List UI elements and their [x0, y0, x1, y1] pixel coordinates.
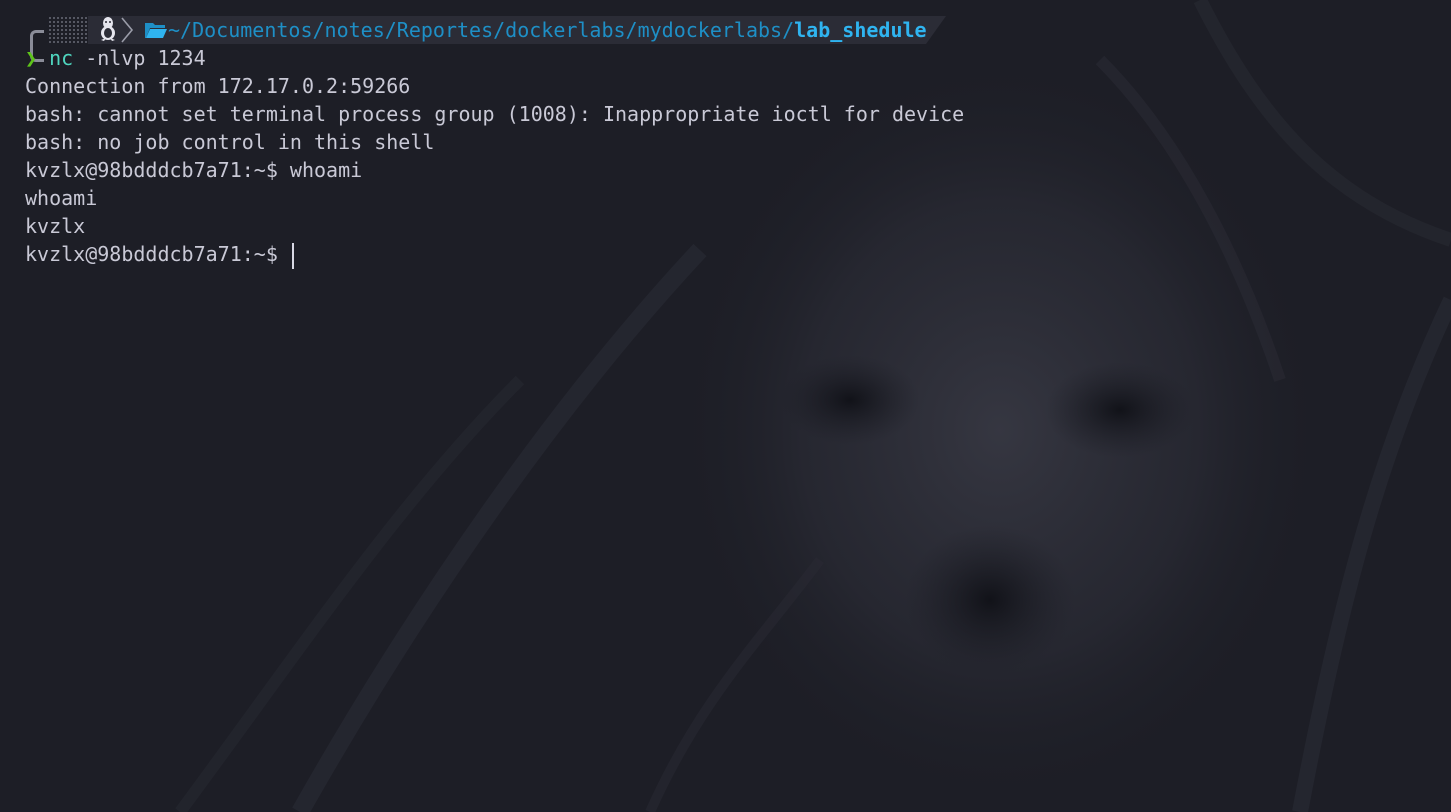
- prompt-segment-end: [926, 16, 946, 44]
- output-line: kvzlx@98bdddcb7a71:~$ whoami: [25, 158, 363, 182]
- output-line: whoami: [25, 186, 98, 210]
- output-line: Connection from 172.17.0.2:59266: [25, 74, 411, 98]
- path-prefix: ~/Documentos/notes/Reportes/dockerlabs/m…: [168, 18, 795, 42]
- output-line: bash: cannot set terminal process group …: [25, 102, 965, 126]
- shell-prompt: kvzlx@98bdddcb7a71:~$: [25, 242, 290, 266]
- command-args: -nlvp 1234: [73, 46, 206, 70]
- chevron-right-icon: [121, 17, 134, 43]
- terminal-window[interactable]: ~/Documentos/notes/Reportes/dockerlabs/m…: [0, 0, 1451, 812]
- command-name: nc: [49, 46, 74, 70]
- output-line: kvzlx: [25, 214, 86, 238]
- command-line: ❯ nc -nlvp 1234: [25, 44, 206, 72]
- linux-tux-icon: [101, 17, 115, 41]
- prompt-symbol: ❯: [25, 46, 38, 70]
- prompt-dither-segment: [48, 16, 88, 44]
- path-current-dir: lab_shedule: [794, 18, 927, 42]
- folder-open-icon: [145, 23, 167, 38]
- text-cursor[interactable]: [291, 242, 294, 269]
- prompt-working-directory: ~/Documentos/notes/Reportes/dockerlabs/m…: [168, 16, 927, 44]
- active-shell-line[interactable]: kvzlx@98bdddcb7a71:~$: [25, 240, 294, 269]
- output-line: bash: no job control in this shell: [25, 130, 435, 154]
